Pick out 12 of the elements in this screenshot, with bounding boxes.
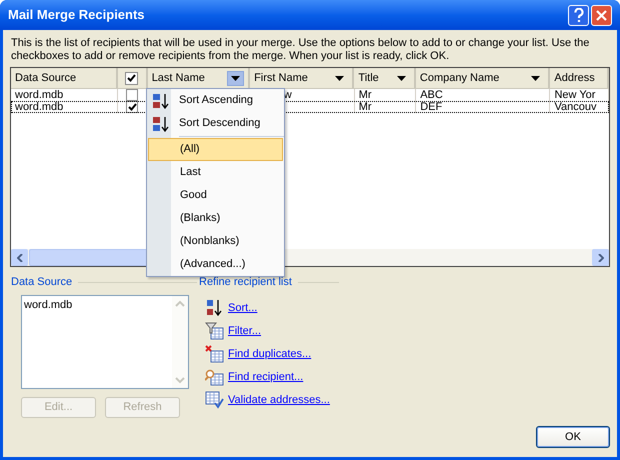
table-cell: ABC — [420, 90, 443, 100]
table-cell: word.mdb — [15, 90, 64, 100]
table-cell: Mr — [358, 102, 372, 112]
table-cell: Vancouv — [554, 102, 596, 112]
group-title: Data Source — [10, 275, 72, 290]
table-cell: word.mdb — [15, 102, 64, 112]
table-cell: DEF — [420, 102, 442, 112]
window-title: Mail Merge Recipients — [8, 6, 145, 24]
table-cell: New Yor — [554, 90, 596, 100]
description-text: This is the list of recipients that will be used in your merge. Use the options below to add to or change your list. Use the checkboxes to add or remove recipients from the merge. When your list is ready, click OK. — [10, 37, 590, 63]
group-title: Refine recipient list — [199, 275, 292, 290]
table-cell: Mr — [358, 90, 372, 100]
